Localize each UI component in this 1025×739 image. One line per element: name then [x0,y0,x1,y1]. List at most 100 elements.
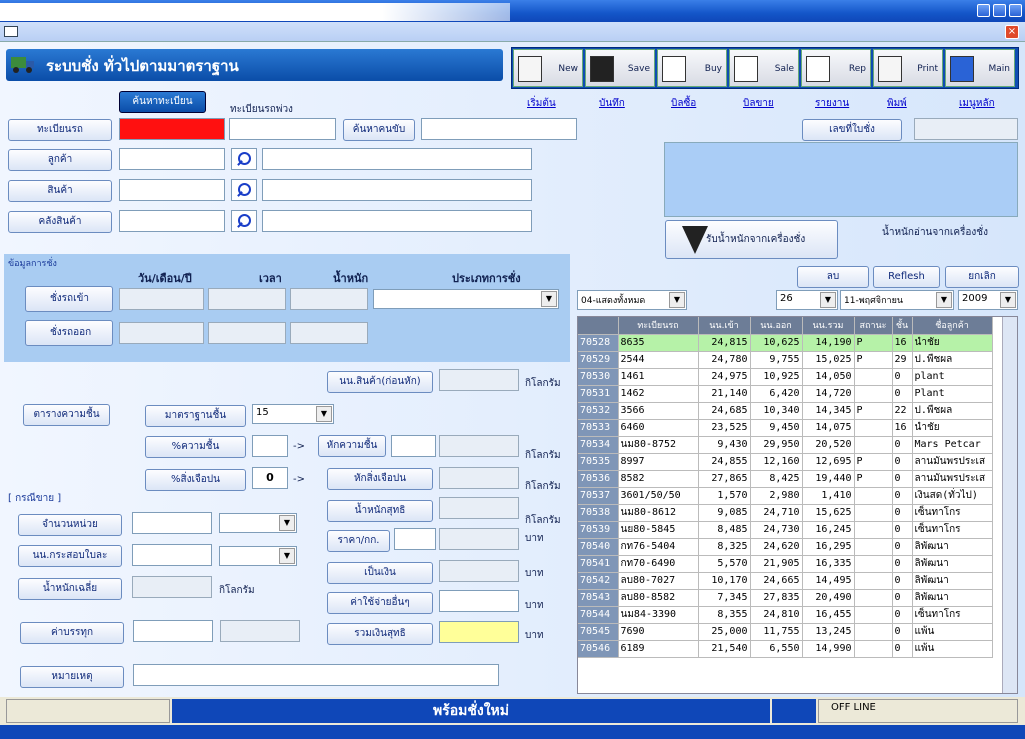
table-row[interactable]: 70539 นย80-5845 8,485 24,730 16,245 0 เซ็นทาโก… [578,521,993,539]
pct-moisture-button[interactable]: %ความชื้น [145,436,246,458]
refresh-button[interactable]: Reflesh [873,266,940,288]
find-driver-button[interactable]: ค้นหาคนขับ [343,119,415,141]
table-row[interactable]: 70542 ลบ80-7027 10,170 24,665 14,495 0 ลิพัฒนา [578,572,993,590]
ticket-no-button[interactable]: เลขที่ใบชั่ง [802,119,902,141]
std-moisture-button[interactable]: มาตราฐานชื้น [145,405,246,427]
grid-header[interactable]: นน.ออก [750,317,803,335]
table-row[interactable]: 70541 กท70-6490 5,570 21,905 16,335 0 ลิพัฒนา [578,555,993,573]
bag-weight-input[interactable] [132,544,212,566]
product-button[interactable]: สินค้า [8,180,112,202]
pct-impurity-input[interactable]: 0 [252,467,288,489]
deduct-moisture-input[interactable] [391,435,436,457]
search-product-icon[interactable] [231,179,257,201]
amount-button[interactable]: เป็นเงิน [327,562,433,584]
grid-header[interactable]: นน.เข้า [698,317,751,335]
table-row[interactable]: 70533 6460 23,525 9,450 14,075 16 นำชัย [578,419,993,437]
table-row[interactable]: 70531 1462 21,140 6,420 14,720 0 Plant [578,385,993,403]
driver-input[interactable] [421,118,577,140]
toolbar-rep-button[interactable]: Rep [801,49,871,87]
table-row[interactable]: 70537 3601/50/50 1,570 2,980 1,410 0 เงินสด(ทั… [578,487,993,505]
search-warehouse-icon[interactable] [231,210,257,232]
month-select[interactable]: 11-พฤศจิกายน ▼ [840,290,954,310]
toolbar-sale-button[interactable]: Sale [729,49,799,87]
unit-select[interactable]: ▼ [219,513,297,533]
toolbar-new-button[interactable]: New [513,49,583,87]
product-code-input[interactable] [119,179,225,201]
table-row[interactable]: 70532 3566 24,685 10,340 14,345 P 22 ป.พืชผล [578,402,993,420]
warehouse-name-input[interactable] [262,210,532,232]
delete-button[interactable]: ลบ [797,266,869,288]
remark-button[interactable]: หมายเหตุ [20,666,124,688]
moisture-table-button[interactable]: ตารางความชื้น [23,404,110,426]
table-row[interactable]: 70528 8635 24,815 10,625 14,190 P 16 นำชัย [578,334,993,352]
grid-scrollbar[interactable] [1002,317,1017,693]
toolbar-buy-button[interactable]: Buy [657,49,727,87]
grid-header[interactable] [578,317,619,335]
toolbar-link-sale[interactable]: บิลขาย [743,96,774,111]
year-select[interactable]: 2009 ▼ [958,290,1018,310]
plate-button[interactable]: ทะเบียนรถ [8,119,112,141]
toolbar-link-print[interactable]: พิมพ์ [887,96,907,111]
price-kg-input[interactable] [394,528,436,550]
deduct-moisture-button[interactable]: หักความชื้น [318,435,386,457]
std-moisture-select[interactable]: 15 ▼ [252,404,334,424]
search-customer-icon[interactable] [231,148,257,170]
table-row[interactable]: 70529 2544 24,780 9,755 15,025 P 29 ป.พืชผล [578,351,993,369]
customer-name-input[interactable] [262,148,532,170]
minimize-icon[interactable] [977,4,990,17]
net-weight-button[interactable]: น้ำหนักสุทธิ [327,500,433,522]
day-select[interactable]: 26 ▼ [776,290,838,310]
table-row[interactable]: 70543 ลบ80-8582 7,345 27,835 20,490 0 ลิพัฒนา [578,589,993,607]
child-close-icon[interactable]: × [1005,25,1019,39]
unit-qty-input[interactable] [132,512,212,534]
net-total-button[interactable]: รวมเงินสุทธิ [327,623,433,645]
grid-header[interactable]: ทะเบียนรถ [618,317,699,335]
filter-select[interactable]: 04-แสดงทั้งหมด ▼ [577,290,687,310]
deduct-impurity-button[interactable]: หักสิ่งเจือปน [327,468,433,490]
grid-header[interactable]: นน.รวม [802,317,855,335]
bag-weight-button[interactable]: นน.กระสอบใบละ [18,545,122,567]
weigh-out-button[interactable]: ชั่งรถออก [25,320,113,346]
table-row[interactable]: 70538 นม80-8612 9,085 24,710 15,625 0 เซ็นทาโก… [578,504,993,522]
table-row[interactable]: 70536 8582 27,865 8,425 19,440 P 0 ลานมันพรประเ… [578,470,993,488]
table-row[interactable]: 70530 1461 24,975 10,925 14,050 0 plant [578,368,993,386]
weigh-type-select[interactable]: ▼ [373,289,559,309]
other-exp-input[interactable] [439,590,519,612]
cancel-button[interactable]: ยกเลิก [945,266,1019,288]
product-name-input[interactable] [262,179,532,201]
toolbar-link-main[interactable]: เมนูหลัก [959,96,995,111]
trailer-plate-input[interactable] [229,118,336,140]
table-row[interactable]: 70535 8997 24,855 12,160 12,695 P 0 ลานมันพรประ… [578,453,993,471]
unit-qty-button[interactable]: จำนวนหน่วย [18,514,122,536]
cust-weight-button[interactable]: นน.สินค้า(ก่อนหัก) [327,371,433,393]
toolbar-main-button[interactable]: Main [945,49,1015,87]
window-menu-icon[interactable] [4,26,18,37]
freight-button[interactable]: ค่าบรรทุก [20,622,124,644]
toolbar-link-buy[interactable]: บิลซื้อ [671,96,696,111]
customer-code-input[interactable] [119,148,225,170]
table-row[interactable]: 70544 นม84-3390 8,355 24,810 16,455 0 เซ็นทาโก… [578,606,993,624]
grid-header[interactable]: สถานะ [854,317,893,335]
price-kg-button[interactable]: ราคา/กก. [327,530,390,552]
table-row[interactable]: 70545 7690 25,000 11,755 13,245 0 แพ้น [578,623,993,641]
table-row[interactable]: 70540 กท76-5404 8,325 24,620 16,295 0 ลิพัฒนา [578,538,993,556]
toolbar-link-new[interactable]: เริ่มต้น [527,96,556,111]
pct-moisture-input[interactable] [252,435,288,457]
toolbar-link-save[interactable]: บันทึก [599,96,625,111]
toolbar-print-button[interactable]: Print [873,49,943,87]
grid-header[interactable]: ชั้น [892,317,913,335]
customer-button[interactable]: ลูกค้า [8,149,112,171]
other-exp-button[interactable]: ค่าใช้จ่ายอื่นๆ [327,592,433,614]
table-row[interactable]: 70534 นม80-8752 9,430 29,950 20,520 0 Mars Pet… [578,436,993,454]
toolbar-save-button[interactable]: Save [585,49,655,87]
close-icon[interactable] [1009,4,1022,17]
maximize-icon[interactable] [993,4,1006,17]
bag-unit-select[interactable]: ▼ [219,546,297,566]
avg-weight-button[interactable]: น้ำหนักเฉลี่ย [18,578,122,600]
plate-input[interactable] [119,118,225,140]
weigh-ticket-grid[interactable]: ทะเบียนรถ นน.เข้า นน.ออก นน.รวม สถานะ ชั้น ชื่… [577,316,1018,694]
weigh-in-button[interactable]: ชั่งรถเข้า [25,286,113,312]
grid-header[interactable]: ชื่อลูกค้า [912,317,993,335]
toolbar-link-rep[interactable]: รายงาน [815,96,849,111]
table-row[interactable]: 70546 6189 21,540 6,550 14,990 0 แพ้น [578,640,993,658]
